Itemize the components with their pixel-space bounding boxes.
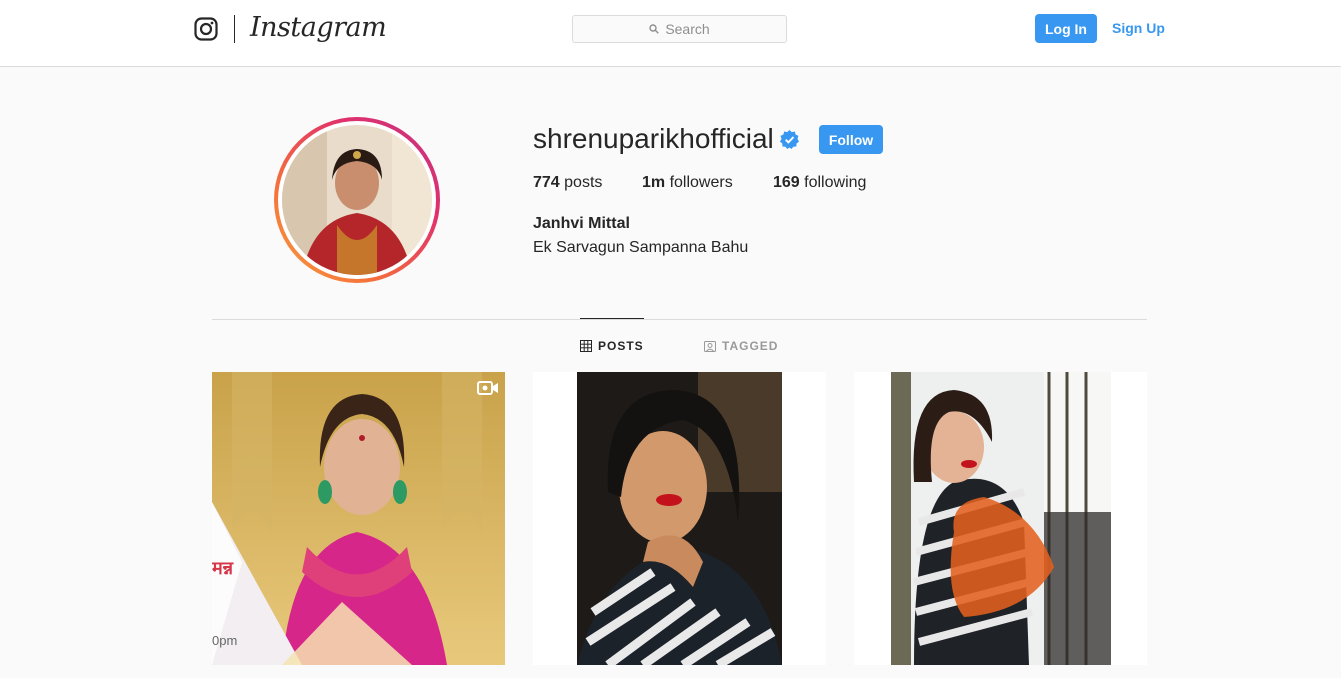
post-tile[interactable]	[533, 372, 826, 665]
post-tile[interactable]: मन्न 0pm	[212, 372, 505, 665]
posts-count-stat: 774 posts	[533, 174, 602, 192]
tabs-divider	[212, 319, 1147, 320]
active-tab-indicator	[580, 318, 644, 319]
following-label: following	[804, 174, 867, 191]
post-tile[interactable]	[854, 372, 1147, 665]
grid-icon	[580, 340, 592, 352]
tag-portrait-icon	[704, 341, 716, 352]
followers-count: 1m	[642, 174, 666, 191]
search-placeholder: Search	[665, 21, 710, 37]
video-icon	[477, 381, 498, 395]
search-input[interactable]: Search	[572, 15, 787, 43]
tab-tagged-label: TAGGED	[722, 339, 779, 353]
profile-bio: Ek Sarvagun Sampanna Bahu	[533, 239, 749, 256]
signup-link[interactable]: Sign Up	[1112, 20, 1165, 36]
posts-count: 774	[533, 174, 560, 191]
followers-label: followers	[669, 174, 733, 191]
login-button[interactable]: Log In	[1035, 14, 1097, 43]
tab-posts[interactable]: POSTS	[580, 339, 644, 353]
instagram-wordmark[interactable]: Instagram	[250, 12, 387, 43]
followers-count-stat[interactable]: 1m followers	[642, 174, 733, 192]
search-icon	[649, 24, 660, 34]
top-nav: Instagram Search Log In Sign Up	[0, 0, 1341, 67]
profile-full-name: Janhvi Mittal	[533, 215, 630, 232]
following-count: 169	[773, 174, 800, 191]
verified-badge-icon	[780, 130, 799, 149]
avatar-frame	[278, 121, 436, 279]
posts-label: posts	[564, 174, 603, 191]
avatar-story-ring[interactable]	[274, 117, 440, 283]
tab-tagged[interactable]: TAGGED	[704, 339, 778, 353]
follow-button[interactable]: Follow	[819, 125, 883, 154]
post-overlay-time: 0pm	[212, 633, 237, 648]
instagram-glyph-icon[interactable]	[194, 17, 218, 41]
tab-posts-label: POSTS	[598, 339, 644, 353]
post-overlay-text: मन्न	[212, 558, 234, 579]
avatar	[282, 125, 432, 275]
profile-username: shrenuparikhofficial	[533, 123, 774, 154]
following-count-stat[interactable]: 169 following	[773, 174, 866, 192]
nav-divider	[234, 15, 235, 43]
